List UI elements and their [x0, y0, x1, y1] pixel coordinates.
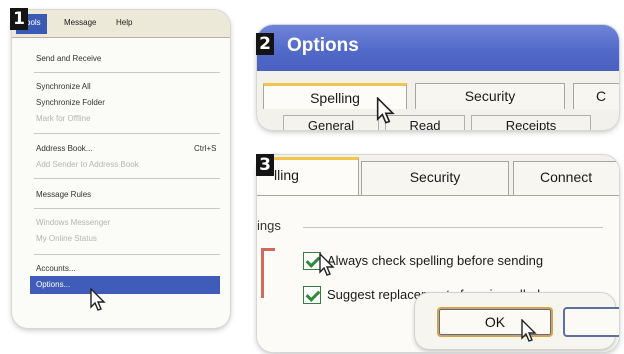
group-divider	[303, 227, 603, 228]
mouse-pointer-icon	[521, 319, 537, 342]
step-number-badge: 2	[256, 33, 274, 55]
menu-item-shortcut: Ctrl+S	[194, 144, 217, 153]
mouse-pointer-icon	[90, 288, 106, 311]
menu-separator	[34, 254, 220, 255]
menu-item-address-book[interactable]: Address Book... Ctrl+S	[36, 144, 216, 153]
menu-item-synchronize-all[interactable]: Synchronize All	[36, 82, 91, 91]
tab-receipts[interactable]: Receipts	[471, 115, 591, 130]
menu-bar: Tools Message Help	[12, 10, 230, 38]
menu-item-mark-offline: Mark for Offline	[36, 114, 91, 123]
menu-separator	[34, 72, 220, 73]
mouse-pointer-icon	[376, 97, 395, 124]
menu-item-add-sender: Add Sender to Address Book	[36, 160, 139, 169]
mouse-pointer-icon	[319, 253, 335, 276]
menu-message[interactable]: Message	[64, 18, 96, 27]
menu-item-windows-messenger: Windows Messenger	[36, 218, 111, 227]
dialog-titlebar: Options	[257, 25, 619, 71]
menu-item-label: Options...	[36, 280, 71, 289]
tab-connection[interactable]: Connect	[513, 161, 619, 195]
spelling-icon	[261, 248, 275, 298]
menu-item-send-receive[interactable]: Send and Receive	[36, 54, 101, 63]
options-dialog-panel: Options Spelling Security C General Read…	[257, 25, 619, 130]
spelling-settings-panel: lling Security Connect ings Always check…	[257, 155, 619, 352]
dialog-buttons-callout: OK	[415, 293, 619, 349]
step-number-badge: 3	[256, 154, 274, 176]
tab-connection[interactable]: C	[573, 83, 619, 109]
dialog-title: Options	[287, 35, 359, 56]
tab-security[interactable]: Security	[415, 83, 565, 109]
menu-item-online-status: My Online Status	[36, 234, 97, 243]
menu-help[interactable]: Help	[116, 18, 132, 27]
menu-item-label: Address Book...	[36, 144, 93, 153]
menu-separator	[34, 133, 220, 134]
menu-item-message-rules[interactable]: Message Rules	[36, 190, 91, 199]
suggest-replacements-checkbox[interactable]	[303, 286, 321, 304]
menu-separator	[34, 178, 220, 179]
tools-menu-panel: Tools Message Help Send and Receive Sync…	[12, 10, 230, 328]
menu-separator	[34, 208, 220, 209]
step-number-badge: 1	[10, 8, 28, 30]
menu-item-options[interactable]: Options...	[30, 276, 220, 294]
menu-item-accounts[interactable]: Accounts...	[36, 264, 76, 273]
tab-security[interactable]: Security	[361, 161, 509, 195]
tab-general[interactable]: General	[283, 115, 379, 130]
menu-item-synchronize-folder[interactable]: Synchronize Folder	[36, 98, 105, 107]
settings-group-label: ings	[257, 218, 281, 233]
always-check-spelling-label: Always check spelling before sending	[327, 253, 544, 268]
cancel-button[interactable]	[563, 307, 619, 337]
